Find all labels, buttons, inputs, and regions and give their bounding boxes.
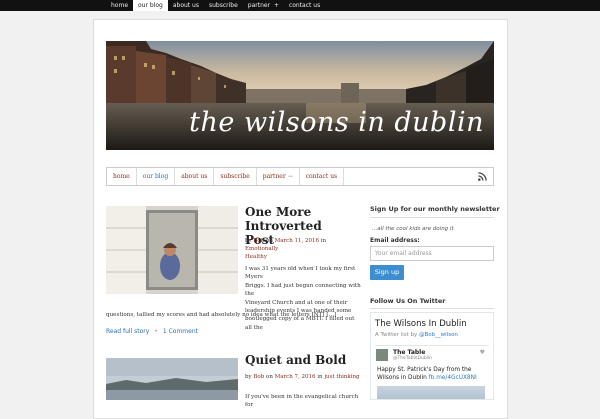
excerpt-tail: questions, tallied my scores and had abs… — [106, 312, 337, 318]
excerpt-line: Briggs. I had just begun connecting with… — [245, 282, 361, 298]
top-nav-home[interactable]: home — [106, 0, 133, 11]
nav-contact-us[interactable]: contact us — [300, 168, 345, 185]
top-nav-about-us[interactable]: about us — [168, 0, 204, 11]
nav-home[interactable]: home — [107, 168, 137, 185]
rss-icon[interactable] — [478, 172, 487, 181]
post-title[interactable]: Quiet and Bold — [245, 353, 365, 367]
date-link[interactable]: March 11, 2016 — [275, 238, 319, 244]
top-nav-partner-label: partner — [247, 2, 271, 9]
child-in-cabinet-photo — [106, 206, 238, 294]
meta-in: in — [317, 374, 323, 380]
nav-about-us[interactable]: about us — [175, 168, 215, 185]
meta-on: on — [266, 238, 273, 244]
top-nav: home our blog about us subscribe partner… — [106, 0, 325, 11]
twitter-list-byline: A Twitter list by @Bob__wilson — [375, 332, 458, 338]
nav-partner-label: partner — [262, 173, 286, 180]
post-excerpt: I was 31 years old when I took my first … — [245, 265, 363, 332]
post-links: Read full story • 1 Comment — [106, 328, 198, 335]
tweet-text-line2: Wilsons in Dublin fb.me/4GcUX8NI — [377, 374, 487, 382]
author-link[interactable]: Bob — [253, 238, 264, 244]
post-title-line: One More Introverted — [245, 205, 322, 233]
tweet-author-handle[interactable]: @TheTableDublin — [393, 356, 432, 361]
divider — [370, 217, 494, 218]
comments-link[interactable]: 1 Comment — [163, 328, 198, 335]
excerpt-line: I was 31 years old when I took my first … — [245, 266, 356, 281]
header-banner[interactable]: the wilsons in dublin — [106, 41, 494, 150]
post-excerpt: If you've been in the evangelical church… — [245, 394, 359, 409]
tweet-text-part: Wilsons in Dublin — [377, 375, 427, 381]
twitter-widget: The Wilsons In Dublin A Twitter list by … — [370, 312, 494, 400]
newsletter-tagline: ...all the cool kids are doing it — [372, 226, 454, 232]
avatar[interactable] — [376, 349, 388, 361]
meta-on: on — [266, 374, 273, 380]
top-nav-contact-us[interactable]: contact us — [284, 0, 325, 11]
separator: • — [154, 328, 158, 335]
dropdown-plus-icon: + — [273, 2, 279, 9]
top-nav-subscribe[interactable]: subscribe — [204, 0, 243, 11]
tweet-image[interactable] — [377, 386, 485, 399]
dropdown-arrow-icon: → — [287, 173, 293, 180]
post-thumbnail[interactable] — [106, 206, 238, 294]
list-handle-link[interactable]: @Bob__wilson — [419, 332, 458, 338]
post-meta: by Bob on March 11, 2016 in Emotionally … — [245, 237, 360, 261]
meta-in: in — [320, 238, 327, 244]
category-link[interactable]: just thinking — [324, 374, 359, 380]
category-link-cont[interactable]: Healthy — [245, 254, 267, 260]
divider — [370, 308, 494, 309]
twitter-widget-title[interactable]: The Wilsons In Dublin — [375, 319, 467, 329]
coastline-photo — [106, 358, 238, 400]
post-meta: by Bob on March 7, 2016 in just thinking — [245, 373, 365, 381]
email-label: Email address: — [370, 237, 420, 244]
nav-our-blog[interactable]: our blog — [137, 168, 176, 185]
author-link[interactable]: Bob — [253, 374, 264, 380]
post-thumbnail[interactable] — [106, 358, 238, 400]
email-input[interactable]: Your email address — [370, 246, 494, 261]
nav-subscribe[interactable]: subscribe — [214, 168, 257, 185]
sign-up-button[interactable]: Sign up — [370, 265, 404, 280]
read-more-link[interactable]: Read full story — [106, 328, 149, 335]
excerpt-line: Vineyard Church and at one of their — [245, 299, 348, 306]
tweet-link[interactable]: fb.me/4GcUX8NI — [429, 375, 477, 381]
category-link[interactable]: Emotionally — [245, 246, 278, 252]
meta-by: by — [245, 374, 252, 380]
heart-icon[interactable]: ♥ — [480, 349, 485, 356]
site-title: the wilsons in dublin — [189, 107, 484, 138]
main-nav: home our blog about us subscribe partner… — [106, 167, 494, 186]
list-prefix: A Twitter list by — [375, 332, 418, 338]
top-nav-partner[interactable]: partner + — [243, 0, 284, 11]
top-nav-our-blog[interactable]: our blog — [133, 0, 168, 11]
tweet-text: Happy St. Patrick's Day from the Wilsons… — [377, 366, 487, 382]
top-bar: home our blog about us subscribe partner… — [0, 0, 600, 11]
nav-partner[interactable]: partner → — [257, 168, 300, 185]
tweet-text-line: Happy St. Patrick's Day from the — [377, 367, 472, 373]
newsletter-heading: Sign Up for our monthly newsletter — [370, 205, 500, 213]
tweet[interactable]: The Table @TheTableDublin ♥ Happy St. Pa… — [375, 345, 489, 399]
tweet-author-name[interactable]: The Table — [393, 349, 425, 356]
date-link[interactable]: March 7, 2016 — [275, 374, 316, 380]
twitter-heading: Follow Us On Twitter — [370, 297, 446, 305]
meta-by: by — [245, 238, 252, 244]
